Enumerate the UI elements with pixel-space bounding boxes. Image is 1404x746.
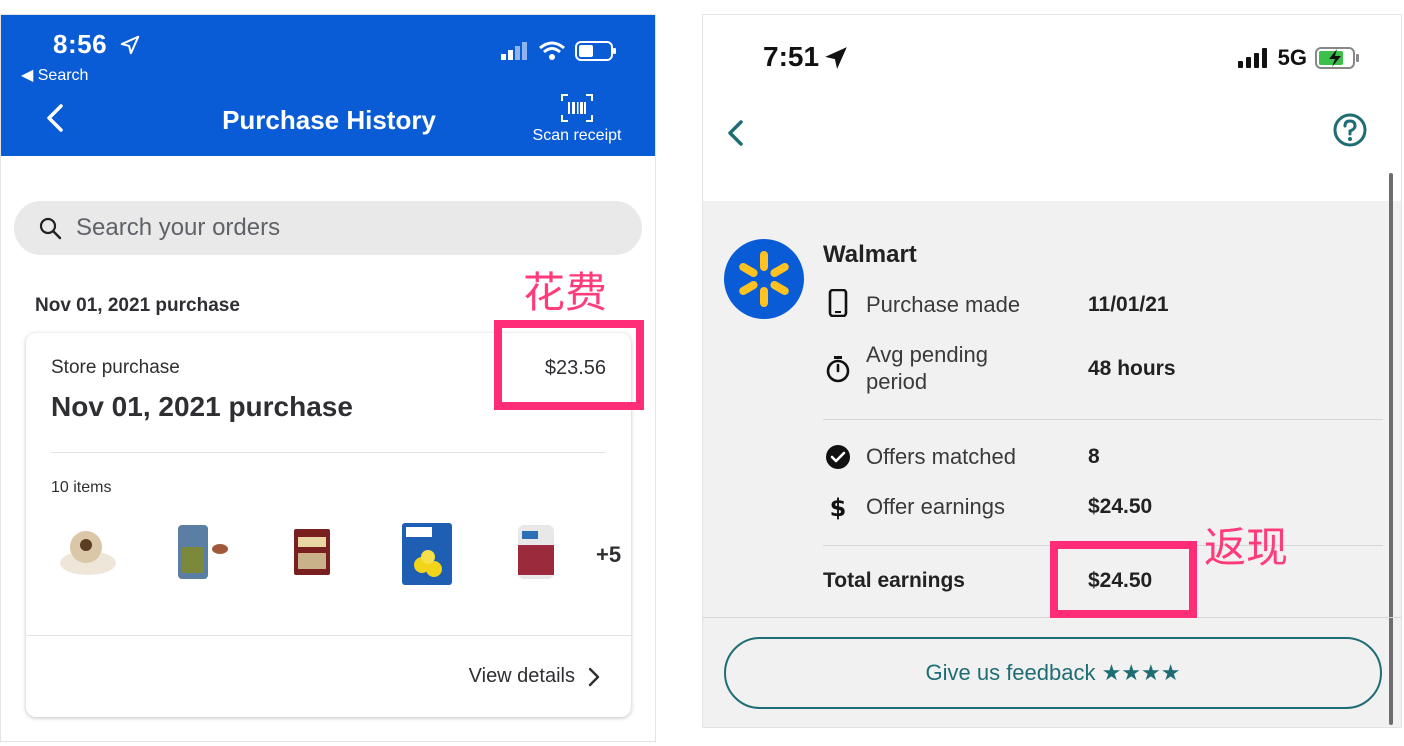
product-thumbnail [294, 529, 330, 575]
spend-annotation: 花费 [523, 268, 608, 317]
product-thumbnail [60, 531, 116, 575]
price-highlight-box [494, 320, 644, 410]
cashback-highlight-box [1050, 541, 1197, 618]
wifi-icon [539, 41, 565, 60]
walmart-logo [724, 239, 804, 319]
check-circle-icon [826, 445, 850, 469]
more-items-count: +5 [596, 542, 622, 567]
product-thumbnail [178, 525, 228, 579]
search-placeholder: Search your orders [76, 214, 281, 241]
items-count: 10 items [51, 479, 112, 496]
divider [51, 452, 606, 453]
product-thumbnail [402, 523, 452, 585]
product-thumbnail [518, 525, 554, 579]
phone-icon [828, 289, 848, 317]
merchant-name: Walmart [823, 241, 917, 268]
purchase-made-value: 11/01/21 [1088, 293, 1169, 316]
location-arrow-icon [825, 47, 847, 69]
total-earnings-label: Total earnings [823, 569, 965, 592]
item-thumbnails: +5 [56, 519, 621, 603]
screenshot-composite: 8:56 ◀ Search Purchase History Scan rece… [0, 0, 1404, 746]
offers-matched-label: Offers matched [866, 444, 1016, 469]
avg-pending-value: 48 hours [1088, 357, 1176, 380]
offer-earnings-value: $24.50 [1088, 495, 1153, 518]
signal-icon [1237, 48, 1267, 68]
location-arrow-icon [120, 35, 140, 55]
status-icons: 5G [1237, 45, 1361, 71]
battery-icon [575, 41, 616, 61]
divider [823, 419, 1383, 420]
order-title: Nov 01, 2021 purchase [51, 391, 353, 422]
back-chevron-icon[interactable] [725, 119, 747, 147]
dollar-icon: $ [830, 494, 847, 521]
offers-matched-value: 8 [1088, 445, 1100, 468]
view-details-link[interactable]: View details [469, 665, 575, 688]
purchase-made-label: Purchase made [866, 292, 1021, 317]
divider [26, 635, 631, 636]
avg-pending-label: Avg pending period [866, 342, 988, 394]
search-input[interactable]: Search your orders [14, 201, 642, 255]
chevron-right-icon[interactable] [587, 667, 601, 687]
section-date-heading: Nov 01, 2021 purchase [35, 295, 240, 316]
cashback-annotation: 返现 [1204, 523, 1289, 572]
back-to-search-link[interactable]: ◀ Search [21, 65, 88, 85]
app-header: 8:56 ◀ Search Purchase History Scan rece… [1, 15, 655, 156]
svg-text:$: $ [830, 494, 847, 521]
top-bar: 7:51 5G [703, 15, 1401, 201]
walmart-spark-icon [739, 251, 789, 307]
stopwatch-icon [826, 356, 850, 383]
search-icon [39, 217, 62, 240]
battery-charging-icon [1315, 47, 1359, 69]
barcode-scan-icon [561, 94, 593, 122]
scan-receipt-label: Scan receipt [532, 127, 622, 144]
cashback-detail-screen: 7:51 5G Walmart Purchase made 11/01/21 A… [702, 14, 1402, 728]
offer-earnings-label: Offer earnings [866, 494, 1006, 519]
network-label: 5G [1277, 45, 1307, 70]
signal-icon [501, 42, 527, 60]
scan-receipt-button[interactable]: Scan receipt [527, 93, 627, 145]
status-time: 8:56 [53, 29, 108, 59]
order-type: Store purchase [51, 357, 180, 378]
help-icon[interactable] [1333, 113, 1367, 147]
give-feedback-button[interactable]: Give us feedback ★★★★ [724, 637, 1382, 709]
scrollbar[interactable] [1389, 173, 1393, 725]
status-icons [501, 41, 617, 61]
status-time: 7:51 [763, 41, 820, 72]
